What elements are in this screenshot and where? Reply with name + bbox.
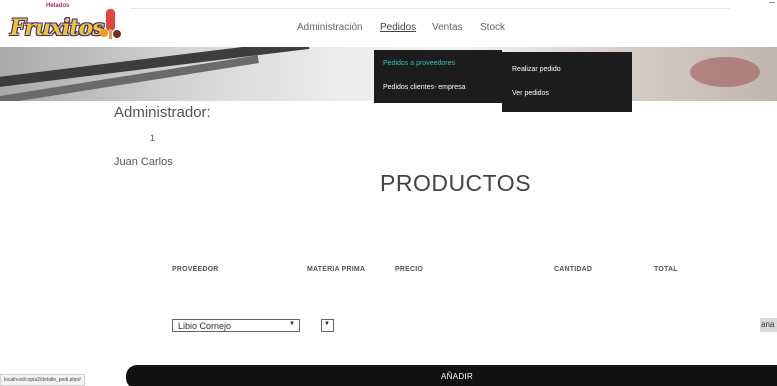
top-divider <box>130 8 730 9</box>
logo-wordmark: Fruxitos <box>10 15 105 41</box>
add-button[interactable]: AÑADIR <box>126 365 777 386</box>
top-navbar: Helados Fruxitos Administración Pedidos … <box>0 0 777 47</box>
column-header-total: TOTAL <box>654 266 678 273</box>
nav-pedidos[interactable]: Pedidos <box>380 22 416 33</box>
menu-item-pedidos-proveedores[interactable]: Pedidos a proveedores <box>383 60 455 67</box>
column-header-materia-prima: MATERIA PRIMA <box>307 266 366 273</box>
admin-id: 1 <box>150 133 156 143</box>
dropdown-arrow-icon: ▼ <box>324 321 330 327</box>
nav-ventas[interactable]: Ventas <box>432 22 463 33</box>
window-minimize-mark <box>769 2 775 3</box>
nav-stock[interactable]: Stock <box>480 22 505 33</box>
page-title: PRODUCTOS <box>380 170 532 196</box>
popsicle-icon <box>100 9 121 39</box>
nav-administracion[interactable]: Administración <box>297 22 363 33</box>
menu-item-realizar-pedido[interactable]: Realizar pedido <box>512 66 561 73</box>
dropdown-arrow-icon: ▼ <box>289 321 295 327</box>
admin-name: Juan Carlos <box>114 156 173 168</box>
column-header-proveedor: PROVEEDOR <box>172 266 219 273</box>
browser-status-url: localhost/copia2/detalle_pedi.php# <box>0 374 85 386</box>
menu-item-pedidos-clientes[interactable]: Pedidos clientes- empresa <box>383 84 466 91</box>
proveedor-select[interactable]: Libio Cornejo ▼ <box>172 319 300 332</box>
materia-prima-select[interactable]: ▼ <box>321 319 334 332</box>
brand-logo[interactable]: Helados Fruxitos <box>10 3 128 43</box>
add-button-label: AÑADIR <box>441 372 474 381</box>
pedidos-dropdown: Pedidos a proveedores Pedidos clientes- … <box>374 50 502 103</box>
proveedor-select-value: Libio Cornejo <box>178 320 232 331</box>
column-header-precio: PRECIO <box>395 266 424 273</box>
row-action-button[interactable]: ana <box>760 318 777 332</box>
proveedores-submenu: Realizar pedido Ver pedidos <box>502 52 632 112</box>
logo-subtitle: Helados <box>46 3 70 9</box>
admin-heading: Administrador: <box>114 104 211 121</box>
menu-item-ver-pedidos[interactable]: Ver pedidos <box>512 90 549 97</box>
column-header-cantidad: CANTIDAD <box>554 266 593 273</box>
